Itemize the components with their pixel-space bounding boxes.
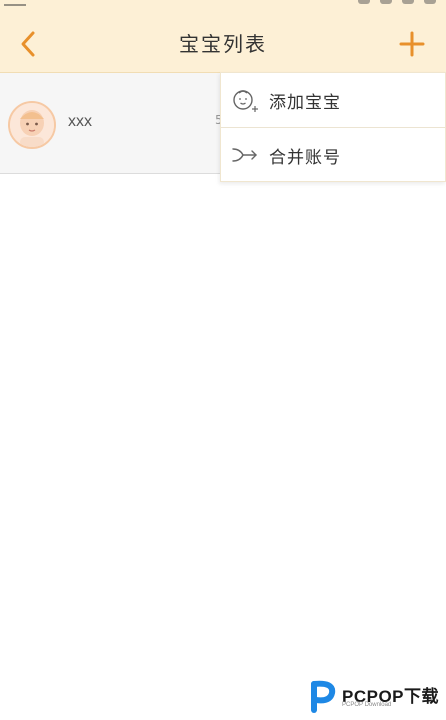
- add-button[interactable]: [390, 22, 434, 66]
- status-icon: [380, 0, 392, 4]
- battery-icon: [424, 0, 436, 4]
- status-icon: [358, 0, 370, 4]
- baby-name: xxx: [68, 113, 92, 130]
- status-icons: [286, 0, 436, 4]
- avatar: [8, 101, 56, 149]
- page-title: 宝宝列表: [179, 32, 267, 56]
- baby-avatar-icon: [10, 103, 54, 147]
- plus-icon: [399, 31, 425, 57]
- watermark-subtext: PCPOP Download: [342, 702, 392, 708]
- dropdown-menu: 添加宝宝 合并账号: [220, 72, 446, 182]
- signal-icon: [4, 0, 26, 6]
- add-baby-icon: [233, 90, 258, 112]
- navigation-bar: 宝宝列表: [0, 16, 446, 73]
- menu-item-label: 添加宝宝: [269, 92, 341, 113]
- status-bar: [0, 0, 446, 16]
- chevron-left-icon: [21, 31, 35, 57]
- status-icon: [402, 0, 414, 4]
- pcpop-logo-icon: [311, 680, 336, 713]
- watermark: PCPOP下载 PCPOP Download: [310, 680, 446, 714]
- menu-item-label: 合并账号: [269, 147, 341, 168]
- menu-item-merge-account[interactable]: 合并账号: [221, 127, 445, 182]
- menu-item-add-baby[interactable]: 添加宝宝: [221, 73, 445, 127]
- merge-account-icon: [232, 148, 257, 162]
- back-button[interactable]: [6, 22, 50, 66]
